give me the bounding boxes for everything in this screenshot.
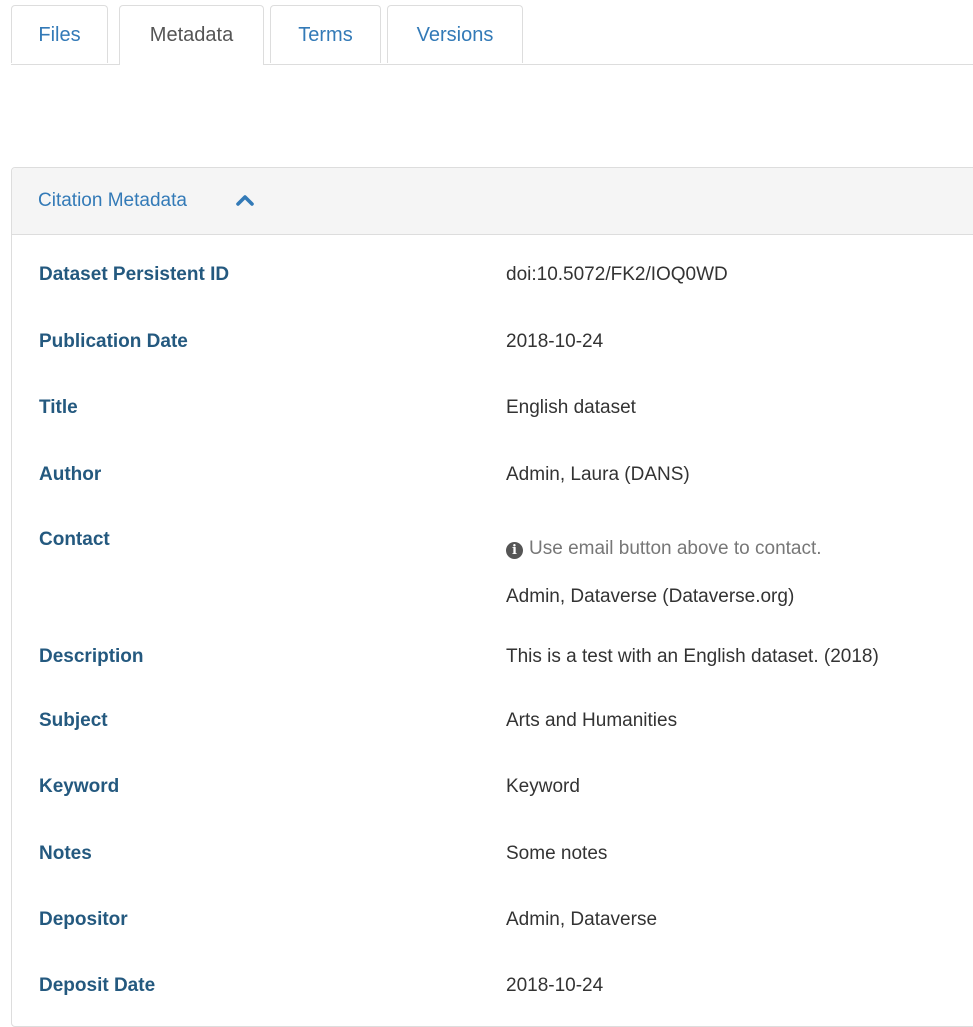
contact-note: i Use email button above to contact.: [506, 538, 822, 560]
field-label-notes: Notes: [39, 843, 92, 864]
field-value-deposit-date: 2018-10-24: [506, 975, 604, 996]
field-label-keyword: Keyword: [39, 776, 120, 797]
field-label-title: Title: [39, 397, 78, 418]
field-value-description: This is a test with an English dataset. …: [506, 646, 879, 667]
field-label-subject: Subject: [39, 710, 108, 731]
field-value-contact: Admin, Dataverse (Dataverse.org): [506, 586, 795, 607]
field-value-author: Admin, Laura (DANS): [506, 464, 690, 485]
dataset-tabs: Files Metadata Terms Versions: [11, 5, 973, 65]
tab-versions[interactable]: Versions: [387, 5, 523, 63]
citation-metadata-toggle[interactable]: Citation Metadata: [12, 168, 973, 235]
field-label-deposit-date: Deposit Date: [39, 975, 156, 996]
field-label-contact: Contact: [39, 529, 110, 550]
panel-title: Citation Metadata: [38, 190, 187, 211]
field-value-depositor: Admin, Dataverse: [506, 909, 658, 930]
field-label-author: Author: [39, 464, 102, 485]
tab-terms[interactable]: Terms: [270, 5, 381, 63]
tab-metadata[interactable]: Metadata: [119, 5, 264, 65]
field-label-description: Description: [39, 646, 144, 667]
info-circle-icon: i: [506, 542, 523, 559]
contact-note-text: Use email button above to contact.: [529, 538, 822, 559]
field-value-title: English dataset: [506, 397, 636, 418]
field-label-depositor: Depositor: [39, 909, 128, 930]
field-value-persistent-id: doi:10.5072/FK2/IOQ0WD: [506, 264, 728, 285]
field-value-subject: Arts and Humanities: [506, 710, 678, 731]
chevron-up-icon: [236, 195, 254, 206]
tab-files[interactable]: Files: [11, 5, 108, 63]
field-value-notes: Some notes: [506, 843, 608, 864]
field-value-publication-date: 2018-10-24: [506, 331, 604, 352]
field-label-persistent-id: Dataset Persistent ID: [39, 264, 230, 285]
field-label-publication-date: Publication Date: [39, 331, 188, 352]
field-value-keyword: Keyword: [506, 776, 580, 797]
citation-metadata-panel: Citation Metadata Dataset Persistent ID …: [11, 167, 973, 1027]
